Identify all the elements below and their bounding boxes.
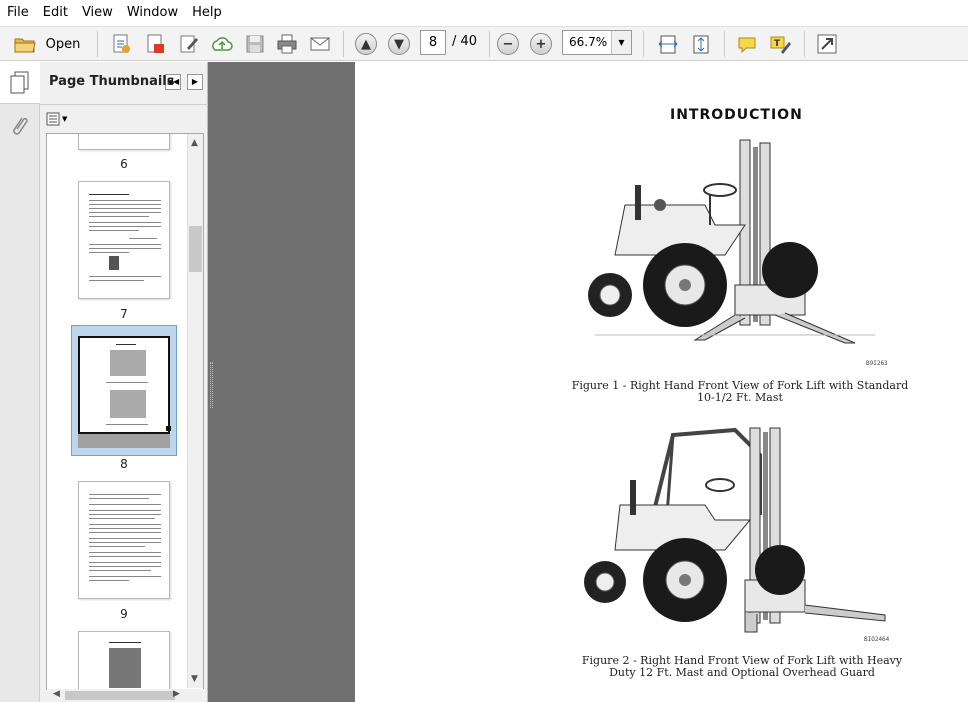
pages-icon — [10, 71, 29, 94]
expand-icon — [817, 34, 837, 54]
thumbnail-page[interactable] — [78, 481, 170, 599]
upload-cloud-icon — [212, 37, 233, 51]
next-page-icon: ▼ — [388, 33, 410, 55]
edit-button[interactable] — [176, 31, 202, 57]
highlight-icon: T — [770, 36, 791, 54]
convert-icon — [147, 34, 164, 53]
zoom-in-button[interactable]: + — [529, 31, 553, 57]
next-page-button[interactable]: ▼ — [387, 31, 411, 57]
convert-button[interactable] — [142, 31, 168, 57]
figure-2-code: BIO2464 — [864, 636, 890, 643]
expand-button[interactable] — [814, 31, 840, 57]
figure-1-forklift-image — [588, 139, 875, 344]
comment-button[interactable] — [734, 31, 760, 57]
zoom-in-icon: + — [530, 33, 552, 55]
chevron-down-icon[interactable]: ▼ — [191, 674, 198, 684]
email-icon — [310, 37, 330, 51]
panel-title: Page Thumbnails — [49, 74, 175, 89]
scrollbar-thumb[interactable] — [189, 226, 202, 272]
figure-1-code: B9I263 — [866, 360, 888, 367]
save-icon — [246, 35, 264, 53]
fit-width-button[interactable] — [655, 31, 681, 57]
print-icon — [277, 34, 297, 54]
menu-bar: File Edit View Window Help — [0, 0, 968, 26]
paperclip-icon — [13, 117, 28, 135]
menu-edit[interactable]: Edit — [36, 0, 75, 26]
print-button[interactable] — [274, 31, 300, 57]
comment-icon — [738, 37, 756, 54]
previous-page-button[interactable]: ▲ — [354, 31, 378, 57]
page-number-input[interactable] — [420, 30, 446, 55]
zoom-out-button[interactable]: − — [496, 31, 520, 57]
email-button[interactable] — [307, 31, 333, 57]
zoom-out-icon: − — [497, 33, 519, 55]
thumbnail-page — [78, 336, 170, 434]
create-pdf-icon — [113, 34, 130, 53]
thumbnail-options-button[interactable]: ▼ — [46, 110, 72, 128]
document-gutter — [208, 62, 355, 702]
chevron-right-icon: ▶ — [191, 77, 199, 86]
chevron-left-icon[interactable]: ◀ — [53, 689, 60, 699]
thumbnail-page[interactable] — [78, 181, 170, 299]
create-pdf-button[interactable] — [108, 31, 134, 57]
thumbnail-label: 8 — [120, 457, 128, 471]
attachments-tab[interactable] — [4, 112, 34, 142]
previous-page-icon: ▲ — [355, 33, 377, 55]
upload-button[interactable] — [209, 31, 235, 57]
edit-icon — [180, 35, 198, 53]
figure-1-caption: Figure 1 - Right Hand Front View of Fork… — [560, 380, 920, 404]
page-thumbnails-tab[interactable] — [0, 62, 40, 104]
thumbnail-figure — [110, 390, 146, 418]
chevron-down-icon: ▼ — [62, 115, 68, 123]
thumbnail-page[interactable] — [78, 134, 170, 150]
menu-window[interactable]: Window — [120, 0, 185, 26]
menu-file[interactable]: File — [0, 0, 36, 26]
thumbnail-page[interactable] — [78, 631, 170, 689]
thumbnail-label: 6 — [120, 157, 128, 171]
save-button[interactable] — [242, 31, 268, 57]
thumbnail-label: 9 — [120, 607, 128, 621]
menu-view[interactable]: View — [75, 0, 120, 26]
thumbnail-list: 6 7 8 9 — [46, 133, 204, 690]
thumbnail-figure — [109, 648, 141, 688]
highlight-button[interactable]: T — [767, 31, 793, 57]
thumbnail-selection[interactable] — [71, 325, 177, 456]
figure-1-caption-line-2: 10-1/2 Ft. Mast — [697, 391, 783, 404]
thumbnail-horizontal-scrollbar[interactable]: ◀ ▶ — [47, 689, 204, 702]
thumbnail-label: 7 — [120, 307, 128, 321]
page-total: / 40 — [452, 34, 478, 49]
chevron-right-icon[interactable]: ▶ — [173, 689, 180, 699]
page-heading: INTRODUCTION — [670, 107, 803, 123]
menu-help[interactable]: Help — [185, 0, 229, 26]
panel-resize-handle[interactable] — [210, 362, 213, 408]
zoom-select[interactable]: 66.7% ▼ — [562, 30, 632, 55]
figure-2-caption-line-2: Duty 12 Ft. Mast and Optional Overhead G… — [609, 666, 875, 679]
thumbnail-vertical-scrollbar[interactable]: ▲ ▼ — [187, 134, 203, 688]
options-menu-icon — [46, 112, 60, 126]
figure-2-caption: Figure 2 - Right Hand Front View of Fork… — [556, 655, 928, 679]
full-page-icon — [693, 35, 709, 54]
thumbnail-figure — [109, 256, 119, 270]
toolbar: Open ▲ ▼ − + T — [0, 26, 968, 61]
chevron-down-icon[interactable]: ▼ — [611, 31, 631, 54]
open-folder-icon — [14, 38, 36, 53]
fit-width-icon — [658, 35, 678, 54]
chevron-up-icon[interactable]: ▲ — [191, 138, 198, 148]
navigation-rail — [0, 62, 40, 702]
open-button[interactable]: Open — [6, 31, 86, 57]
scrollbar-thumb[interactable] — [65, 691, 175, 700]
full-page-button[interactable] — [688, 31, 714, 57]
expand-panel-button[interactable]: ▶ — [187, 74, 203, 90]
thumbnail-figure — [110, 350, 146, 376]
figure-2-forklift-image — [584, 427, 886, 633]
svg-text:T: T — [774, 39, 781, 49]
zoom-value: 66.7% — [569, 35, 608, 49]
